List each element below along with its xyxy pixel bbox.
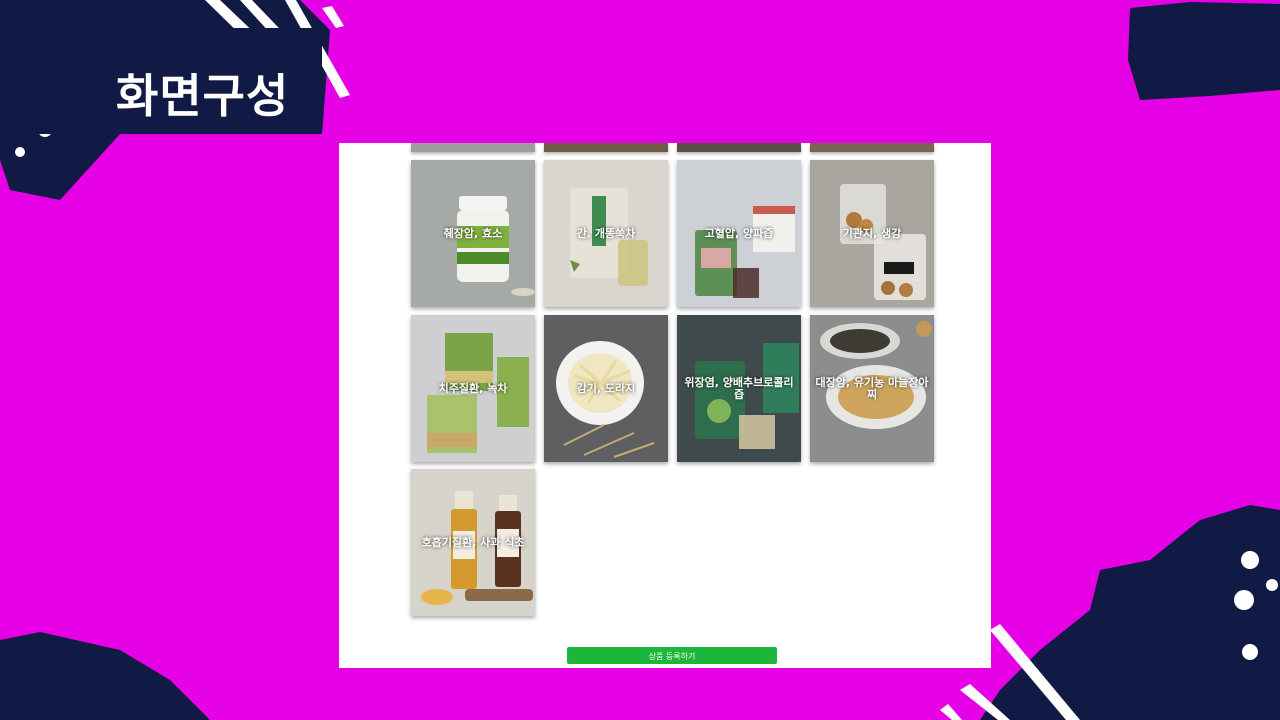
product-tile[interactable]: 치주질환, 녹차 [411, 315, 535, 462]
tile-label: 간, 개똥쑥차 [576, 226, 636, 240]
tile-label: 치주질환, 녹차 [438, 381, 508, 395]
partial-tile-top [544, 143, 668, 152]
product-tile[interactable]: 기관지, 생강 [810, 160, 934, 307]
product-tile[interactable]: 위장염, 양배추브로콜리즙 [677, 315, 801, 462]
product-tile[interactable]: 고혈압, 양파즙 [677, 160, 801, 307]
product-tile[interactable]: 호흡기질환, 사과 식초 [411, 469, 535, 616]
partial-tile-top [810, 143, 934, 152]
partial-tile-top [411, 143, 535, 152]
tile-label: 기관지, 생강 [842, 226, 902, 240]
tile-label: 췌장암, 효소 [443, 226, 503, 240]
product-tile[interactable]: 간, 개똥쑥차 [544, 160, 668, 307]
product-tile[interactable]: 대장암, 유기농 마늘장아찌 [810, 315, 934, 462]
tile-label: 호흡기질환, 사과 식초 [421, 535, 525, 549]
tile-label: 감기, 도라지 [576, 381, 636, 395]
tile-label: 위장염, 양배추브로콜리즙 [684, 375, 794, 401]
tile-label: 고혈압, 양파즙 [704, 226, 774, 240]
product-tile[interactable]: 췌장암, 효소 [411, 160, 535, 307]
app-screen-mockup: 췌장암, 효소 간, 개똥쑥차 고혈압, 양파즙 기관지, 생강 치주질환, 녹… [339, 143, 991, 668]
slide-title: 화면구성 [116, 69, 290, 123]
product-tile[interactable]: 감기, 도라지 [544, 315, 668, 462]
register-product-button[interactable]: 상품 등록하기 [567, 647, 777, 664]
partial-tile-top [677, 143, 801, 152]
tile-label: 대장암, 유기농 마늘장아찌 [815, 375, 929, 401]
